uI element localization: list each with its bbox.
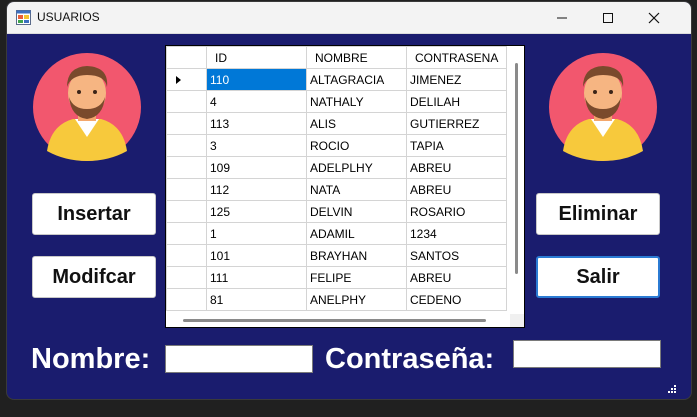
minimize-icon <box>557 17 567 18</box>
cell-nombre[interactable]: ADELPLHY <box>306 156 407 179</box>
cell-contrasena[interactable]: 1234 <box>406 222 507 245</box>
nombre-label: Nombre: <box>31 343 151 375</box>
cell-contrasena[interactable]: TAPIA <box>406 134 507 157</box>
cell-contrasena[interactable]: GUTIERREZ <box>406 112 507 135</box>
cell-nombre[interactable]: BRAYHAN <box>306 244 407 267</box>
cell-id[interactable]: 109 <box>206 156 307 179</box>
cell-id[interactable]: 112 <box>206 178 307 201</box>
resize-grip-icon[interactable] <box>665 382 677 394</box>
cell-nombre[interactable]: ALIS <box>306 112 407 135</box>
row-header-cell[interactable] <box>166 112 207 135</box>
cell-nombre[interactable]: ROCIO <box>306 134 407 157</box>
usuarios-data-grid[interactable]: ID NOMBRE CONTRASENA 110 ALTAGRACIA JIMENE… <box>165 45 525 328</box>
nombre-input[interactable] <box>165 345 313 373</box>
row-header-cell[interactable] <box>166 178 207 201</box>
cell-contrasena[interactable]: ABREU <box>406 178 507 201</box>
cell-id[interactable]: 113 <box>206 112 307 135</box>
table-row[interactable]: 109 ADELPLHY ABREU <box>166 156 507 179</box>
row-header-corner[interactable] <box>166 46 207 69</box>
table-row[interactable]: 112 NATA ABREU <box>166 178 507 201</box>
cell-nombre[interactable]: ADAMIL <box>306 222 407 245</box>
table-row[interactable]: 125 DELVIN ROSARIO <box>166 200 507 223</box>
eliminar-button[interactable]: Eliminar <box>536 193 660 235</box>
cell-contrasena[interactable]: DELILAH <box>406 90 507 113</box>
cell-contrasena[interactable]: CEDENO <box>406 288 507 311</box>
cell-nombre[interactable]: ALTAGRACIA <box>306 68 407 91</box>
cell-id[interactable]: 1 <box>206 222 307 245</box>
cell-nombre[interactable]: NATA <box>306 178 407 201</box>
cell-contrasena[interactable]: SANTOS <box>406 244 507 267</box>
window-title: USUARIOS <box>37 10 100 24</box>
horizontal-scroll-thumb[interactable] <box>183 319 486 322</box>
table-row[interactable]: 1 ADAMIL 1234 <box>166 222 507 245</box>
table-row[interactable]: 101 BRAYHAN SANTOS <box>166 244 507 267</box>
cell-id[interactable]: 4 <box>206 90 307 113</box>
cell-id[interactable]: 125 <box>206 200 307 223</box>
insertar-button[interactable]: Insertar <box>32 193 156 235</box>
user-avatar-icon <box>33 53 141 161</box>
app-form-icon <box>16 10 31 25</box>
contrasena-label: Contraseña: <box>325 343 495 375</box>
cell-contrasena[interactable]: JIMENEZ <box>406 68 507 91</box>
cell-contrasena[interactable]: ROSARIO <box>406 200 507 223</box>
contrasena-input[interactable] <box>513 340 661 368</box>
table-row[interactable]: 3 ROCIO TAPIA <box>166 134 507 157</box>
usuarios-window: USUARIOS Insertar Modifcar Eliminar Sali… <box>7 2 691 399</box>
modificar-button[interactable]: Modifcar <box>32 256 156 298</box>
cell-nombre[interactable]: NATHALY <box>306 90 407 113</box>
column-header-nombre[interactable]: NOMBRE <box>306 46 407 69</box>
grid-table: ID NOMBRE CONTRASENA 110 ALTAGRACIA JIMENE… <box>166 46 507 311</box>
row-header-cell[interactable] <box>166 134 207 157</box>
cell-nombre[interactable]: DELVIN <box>306 200 407 223</box>
table-row[interactable]: 111 FELIPE ABREU <box>166 266 507 289</box>
table-row[interactable]: 113 ALIS GUTIERREZ <box>166 112 507 135</box>
row-header-cell[interactable] <box>166 288 207 311</box>
row-header-cell[interactable] <box>166 222 207 245</box>
cell-id[interactable]: 110 <box>206 68 307 91</box>
cell-contrasena[interactable]: ABREU <box>406 266 507 289</box>
table-row[interactable]: 4 NATHALY DELILAH <box>166 90 507 113</box>
column-header-id[interactable]: ID <box>206 46 307 69</box>
row-header-cell[interactable] <box>166 90 207 113</box>
maximize-button[interactable] <box>585 2 631 33</box>
vertical-scrollbar[interactable] <box>510 46 524 314</box>
row-header-cell[interactable] <box>166 244 207 267</box>
scrollbar-corner <box>510 314 524 327</box>
salir-button[interactable]: Salir <box>536 256 660 298</box>
cell-contrasena[interactable]: ABREU <box>406 156 507 179</box>
row-header-cell[interactable] <box>166 156 207 179</box>
cell-id[interactable]: 111 <box>206 266 307 289</box>
cell-nombre[interactable]: FELIPE <box>306 266 407 289</box>
table-row[interactable]: 110 ALTAGRACIA JIMENEZ <box>166 68 507 91</box>
cell-nombre[interactable]: ANELPHY <box>306 288 407 311</box>
row-header-cell[interactable] <box>166 200 207 223</box>
user-avatar-icon <box>549 53 657 161</box>
cell-id[interactable]: 101 <box>206 244 307 267</box>
minimize-button[interactable] <box>539 2 585 33</box>
row-header-cell[interactable] <box>166 266 207 289</box>
close-button[interactable] <box>631 2 677 33</box>
table-row[interactable]: 81 ANELPHY CEDENO <box>166 288 507 311</box>
cell-id[interactable]: 3 <box>206 134 307 157</box>
cell-id[interactable]: 81 <box>206 288 307 311</box>
close-icon <box>648 12 660 23</box>
row-header-cell[interactable] <box>166 68 207 91</box>
horizontal-scrollbar[interactable] <box>166 314 510 327</box>
maximize-icon <box>603 12 613 23</box>
vertical-scroll-thumb[interactable] <box>515 63 518 274</box>
row-selector-arrow-icon <box>176 75 181 84</box>
title-bar[interactable]: USUARIOS <box>7 2 691 34</box>
column-header-contrasena[interactable]: CONTRASENA <box>406 46 507 69</box>
grid-header-row: ID NOMBRE CONTRASENA <box>166 46 507 69</box>
